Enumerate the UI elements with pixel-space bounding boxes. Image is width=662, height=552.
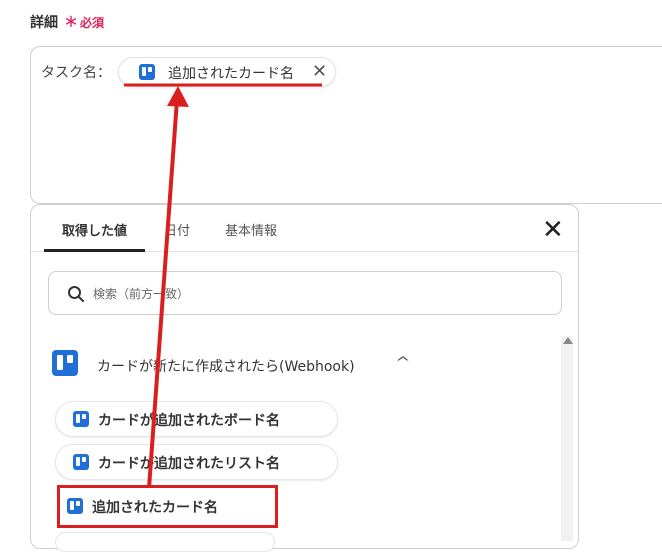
- search-box[interactable]: [48, 271, 562, 315]
- chip-close-icon[interactable]: ✕: [312, 61, 327, 82]
- required-text: 必須: [80, 16, 105, 30]
- field-label-text: 詳細: [30, 15, 58, 31]
- scrollbar[interactable]: [561, 336, 573, 541]
- variable-chip[interactable]: 追加されたカード名 ✕: [118, 57, 336, 87]
- required-mark: ＊: [64, 15, 78, 31]
- tab-basic-info[interactable]: 基本情報: [225, 220, 277, 239]
- trello-icon: [73, 411, 89, 427]
- search-input[interactable]: [91, 282, 535, 306]
- tab-acquired-values[interactable]: 取得した値: [62, 220, 127, 239]
- search-icon: [68, 286, 84, 302]
- highlight-box: [57, 485, 278, 528]
- task-name-label: タスク名：: [41, 65, 111, 81]
- group-title[interactable]: カードが新たに作成されたら(Webhook): [97, 356, 355, 376]
- panel-close-icon[interactable]: ✕: [542, 217, 564, 243]
- tab-date[interactable]: 日付: [164, 220, 190, 239]
- chevron-up-icon[interactable]: ^: [395, 355, 410, 371]
- chip-text: 追加されたカード名: [168, 66, 294, 82]
- list-item-label: カードが追加されたリスト名: [98, 456, 280, 472]
- list-item[interactable]: カードが追加されたリスト名: [55, 444, 338, 480]
- list-item[interactable]: カードが追加されたボード名: [55, 401, 338, 437]
- trello-icon: [73, 454, 89, 470]
- list-item[interactable]: [55, 532, 275, 552]
- list-item-label: カードが追加されたボード名: [98, 413, 280, 429]
- scroll-up-arrow-icon[interactable]: [563, 337, 573, 344]
- active-tab-indicator: [44, 249, 145, 252]
- field-label: 詳細 ＊必須: [30, 12, 104, 32]
- trello-icon: [139, 64, 155, 80]
- trello-icon: [52, 350, 78, 376]
